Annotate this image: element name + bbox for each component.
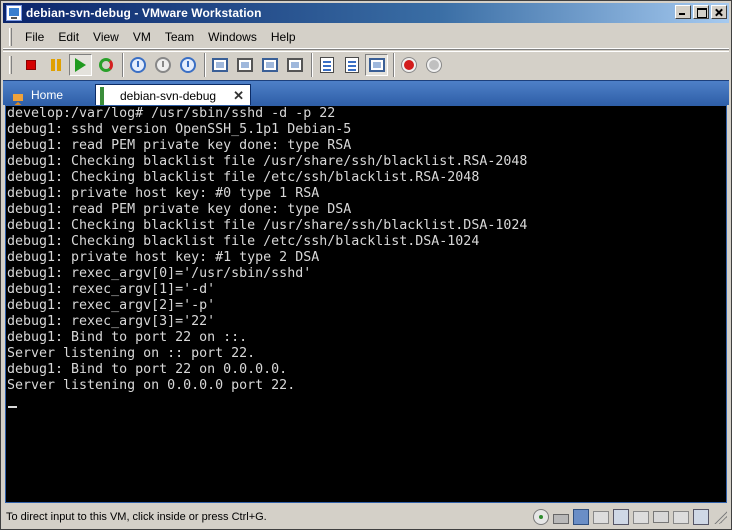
minimize-button[interactable] — [675, 5, 691, 19]
quick-switch-button[interactable] — [208, 54, 231, 76]
full-screen-button[interactable] — [233, 54, 256, 76]
menu-file[interactable]: File — [18, 28, 51, 46]
close-tab-icon[interactable]: ✕ — [233, 88, 244, 104]
console-line: debug1: Checking blacklist file /usr/sha… — [7, 218, 528, 233]
menu-view[interactable]: View — [86, 28, 126, 46]
record-button[interactable] — [397, 54, 420, 76]
console-line: debug1: rexec_argv[1]='-d' — [7, 282, 216, 297]
cdrom-icon[interactable] — [533, 509, 549, 525]
suspend-button[interactable] — [44, 54, 67, 76]
menu-windows[interactable]: Windows — [201, 28, 264, 46]
menu-team[interactable]: Team — [158, 28, 201, 46]
console-line: debug1: rexec_argv[2]='-p' — [7, 298, 216, 313]
revert-snapshot-icon — [154, 56, 171, 73]
sound-icon[interactable] — [673, 510, 689, 524]
appliance-view-icon — [344, 56, 359, 73]
appliance-view-button[interactable] — [340, 54, 363, 76]
menu-help[interactable]: Help — [264, 28, 303, 46]
record-controls — [396, 53, 450, 77]
maximize-button[interactable] — [693, 5, 709, 19]
home-icon — [11, 88, 26, 108]
network-icon[interactable] — [633, 510, 649, 524]
console-line: develop:/var/log# /usr/sbin/sshd -d -p 2… — [7, 106, 336, 121]
console-view-icon — [368, 57, 385, 72]
snapshot-controls — [125, 52, 205, 77]
tab-bar: Home debian-svn-debug ✕ — [3, 80, 729, 108]
resize-grip-icon[interactable] — [713, 510, 727, 524]
status-bar: To direct input to this VM, click inside… — [3, 505, 729, 529]
text-cursor — [8, 406, 17, 408]
console-line: Server listening on :: port 22. — [7, 346, 256, 361]
console-line: debug1: sshd version OpenSSH_5.1p1 Debia… — [7, 122, 352, 137]
console-line: debug1: Checking blacklist file /etc/ssh… — [7, 170, 480, 185]
multi-monitor-button[interactable] — [283, 54, 306, 76]
power-off-icon — [25, 59, 36, 70]
console-line: debug1: Bind to port 22 on 0.0.0.0. — [7, 362, 288, 377]
menubar-grip[interactable] — [9, 27, 12, 46]
replay-button[interactable] — [422, 54, 445, 76]
suspend-icon — [50, 58, 61, 71]
menu-bar: File Edit View VM Team Windows Help — [3, 25, 729, 49]
tab-home-label: Home — [31, 88, 64, 102]
summary-view-button[interactable] — [315, 54, 338, 76]
console-line: debug1: private host key: #0 type 1 RSA — [7, 186, 320, 201]
unity-button[interactable] — [258, 54, 281, 76]
snapshot-icon — [129, 56, 146, 73]
console-output: develop:/var/log# /usr/sbin/sshd -d -p 2… — [6, 106, 726, 394]
console-line: debug1: rexec_argv[0]='/usr/sbin/sshd' — [7, 266, 312, 281]
console-line: debug1: private host key: #1 type 2 DSA — [7, 250, 320, 265]
status-message: To direct input to this VM, click inside… — [6, 511, 267, 523]
toolbar-grip[interactable] — [9, 55, 12, 74]
close-button[interactable] — [711, 5, 727, 19]
summary-view-icon — [319, 56, 334, 73]
window-title: debian-svn-debug - VMware Workstation — [26, 6, 262, 20]
device-status-icons — [533, 509, 727, 525]
reset-button[interactable] — [94, 54, 117, 76]
console-line: debug1: Checking blacklist file /usr/sha… — [7, 154, 528, 169]
power-on-icon — [75, 57, 86, 72]
tab-vm-label: debian-svn-debug — [120, 88, 217, 103]
toolbar — [3, 51, 729, 77]
console-line: Server listening on 0.0.0.0 port 22. — [7, 378, 296, 393]
snapshot-manager-icon — [179, 56, 196, 73]
tab-debian-svn-debug[interactable]: debian-svn-debug ✕ — [95, 84, 251, 106]
reset-icon — [98, 57, 113, 72]
full-screen-icon — [236, 57, 253, 72]
snapshot-manager-button[interactable] — [176, 54, 199, 76]
floppy-icon[interactable] — [573, 509, 589, 525]
display-mode-controls — [314, 52, 394, 77]
vmware-window: debian-svn-debug - VMware Workstation Fi… — [0, 0, 732, 530]
console-line: debug1: Checking blacklist file /etc/ssh… — [7, 234, 480, 249]
vm-icon — [100, 86, 115, 105]
record-icon — [401, 57, 416, 72]
console-line: debug1: read PEM private key done: type … — [7, 138, 352, 153]
multi-monitor-icon — [286, 57, 303, 72]
revert-snapshot-button[interactable] — [151, 54, 174, 76]
console-line: debug1: read PEM private key done: type … — [7, 202, 352, 217]
unity-icon — [261, 57, 278, 72]
power-controls — [18, 52, 123, 77]
message-icon[interactable] — [693, 509, 709, 525]
console-line: debug1: rexec_argv[3]='22' — [7, 314, 216, 329]
power-off-button[interactable] — [19, 54, 42, 76]
hard-disk-icon[interactable] — [553, 513, 569, 524]
vmware-app-icon[interactable] — [6, 5, 22, 21]
console-view-button[interactable] — [365, 53, 388, 76]
tab-home[interactable]: Home — [7, 84, 87, 108]
view-controls — [207, 52, 312, 77]
device-icon[interactable] — [593, 510, 609, 524]
menu-vm[interactable]: VM — [126, 28, 158, 46]
take-snapshot-button[interactable] — [126, 54, 149, 76]
quick-switch-icon — [211, 57, 228, 72]
menu-edit[interactable]: Edit — [51, 28, 86, 46]
power-on-button[interactable] — [69, 53, 92, 76]
printer-icon[interactable] — [613, 509, 629, 525]
title-bar[interactable]: debian-svn-debug - VMware Workstation — [3, 3, 729, 23]
caption-buttons — [673, 5, 727, 19]
usb-icon[interactable] — [653, 511, 669, 523]
vm-console[interactable]: develop:/var/log# /usr/sbin/sshd -d -p 2… — [5, 105, 727, 503]
console-line: debug1: Bind to port 22 on ::. — [7, 330, 248, 345]
replay-icon — [426, 57, 441, 72]
